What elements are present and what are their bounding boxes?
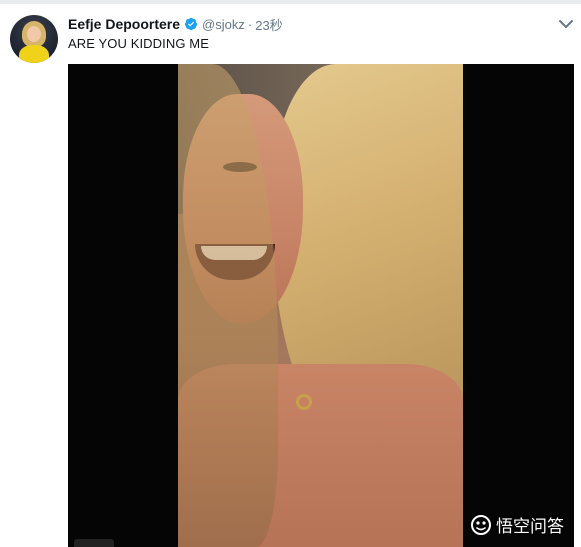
tweet-text: ARE YOU KIDDING ME <box>68 36 209 51</box>
verified-badge-icon <box>184 17 198 31</box>
video-frame <box>178 64 463 547</box>
separator-dot: · <box>247 16 253 32</box>
top-divider <box>0 0 581 4</box>
wukong-logo-icon <box>471 514 491 535</box>
avatar-shirt <box>19 45 49 63</box>
tweet-timestamp[interactable]: 23秒 <box>255 15 282 34</box>
video-time-badge <box>74 539 114 547</box>
watermark: 悟空问答 <box>470 512 564 537</box>
chevron-down-icon[interactable] <box>558 17 574 31</box>
avatar-face <box>27 26 41 42</box>
avatar[interactable] <box>10 15 58 63</box>
necklace-pendant <box>296 394 312 410</box>
tweet-header: Eefje Depoortere @sjokz · 23秒 <box>68 15 283 33</box>
video-player[interactable]: 悟空问答 <box>68 64 574 547</box>
user-handle[interactable]: @sjokz <box>202 17 245 32</box>
watermark-text: 悟空问答 <box>496 517 564 536</box>
display-name[interactable]: Eefje Depoortere <box>68 16 180 32</box>
